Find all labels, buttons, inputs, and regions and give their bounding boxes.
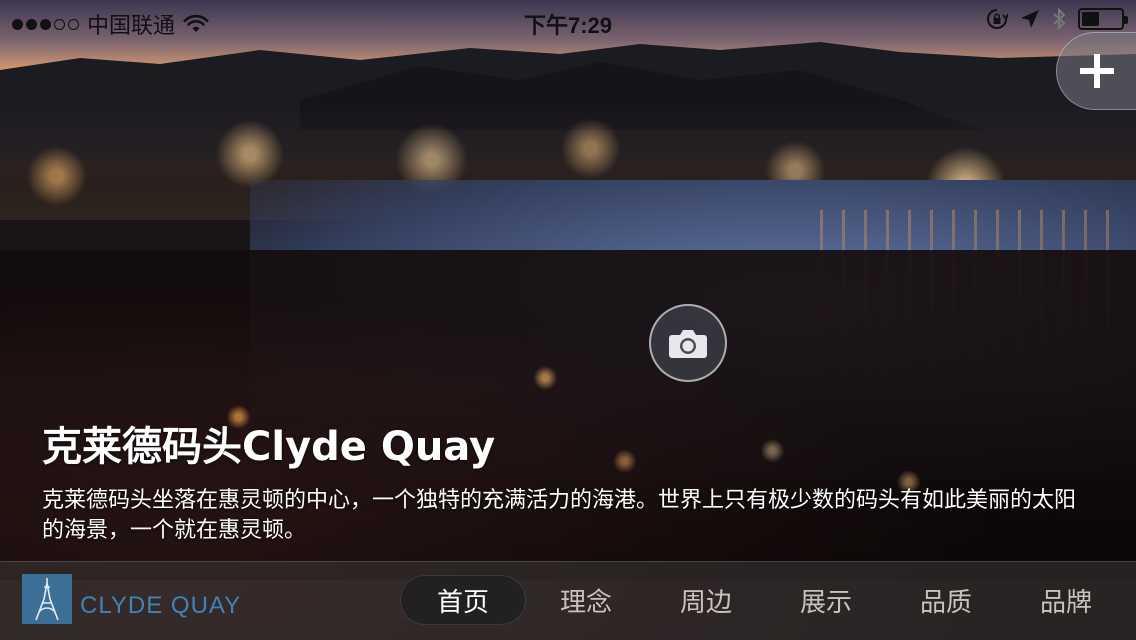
eiffel-tower-icon <box>22 574 72 624</box>
plus-icon <box>1080 54 1114 88</box>
bottom-tab-bar: CLYDE QUAY 首页 理念 周边 展示 品质 品牌 <box>0 561 1136 640</box>
clock: 下午7:29 <box>523 13 613 38</box>
bluetooth-icon <box>1053 8 1066 30</box>
brand-logo[interactable]: CLYDE QUAY <box>22 574 241 624</box>
status-right <box>986 8 1128 30</box>
description-text: 克莱德码头坐落在惠灵顿的中心，一个独特的充满活力的海港。世界上只有极少数的码头有… <box>42 488 1077 543</box>
add-button[interactable] <box>1056 32 1136 110</box>
tab-home[interactable]: 首页 <box>400 575 526 625</box>
tab-concept[interactable]: 理念 <box>526 575 646 625</box>
camera-button[interactable] <box>649 304 727 382</box>
tab-quality[interactable]: 品质 <box>886 575 1006 625</box>
tab-surroundings[interactable]: 周边 <box>646 575 766 625</box>
camera-icon <box>669 330 707 358</box>
tab-list: 首页 理念 周边 展示 品质 品牌 <box>400 575 1126 625</box>
rotation-lock-icon <box>987 9 1008 29</box>
battery-level <box>1082 12 1100 26</box>
page-title: 克莱德码头Clyde Quay <box>42 424 496 470</box>
text-shade <box>0 380 1136 580</box>
tab-brand[interactable]: 品牌 <box>1006 575 1126 625</box>
brand-name: CLYDE QUAY <box>80 592 242 619</box>
location-arrow-icon <box>1021 10 1039 28</box>
tab-showcase[interactable]: 展示 <box>766 575 886 625</box>
status-bar: 中国联通 下午7:29 <box>0 0 1136 40</box>
battery-icon <box>1078 8 1128 30</box>
